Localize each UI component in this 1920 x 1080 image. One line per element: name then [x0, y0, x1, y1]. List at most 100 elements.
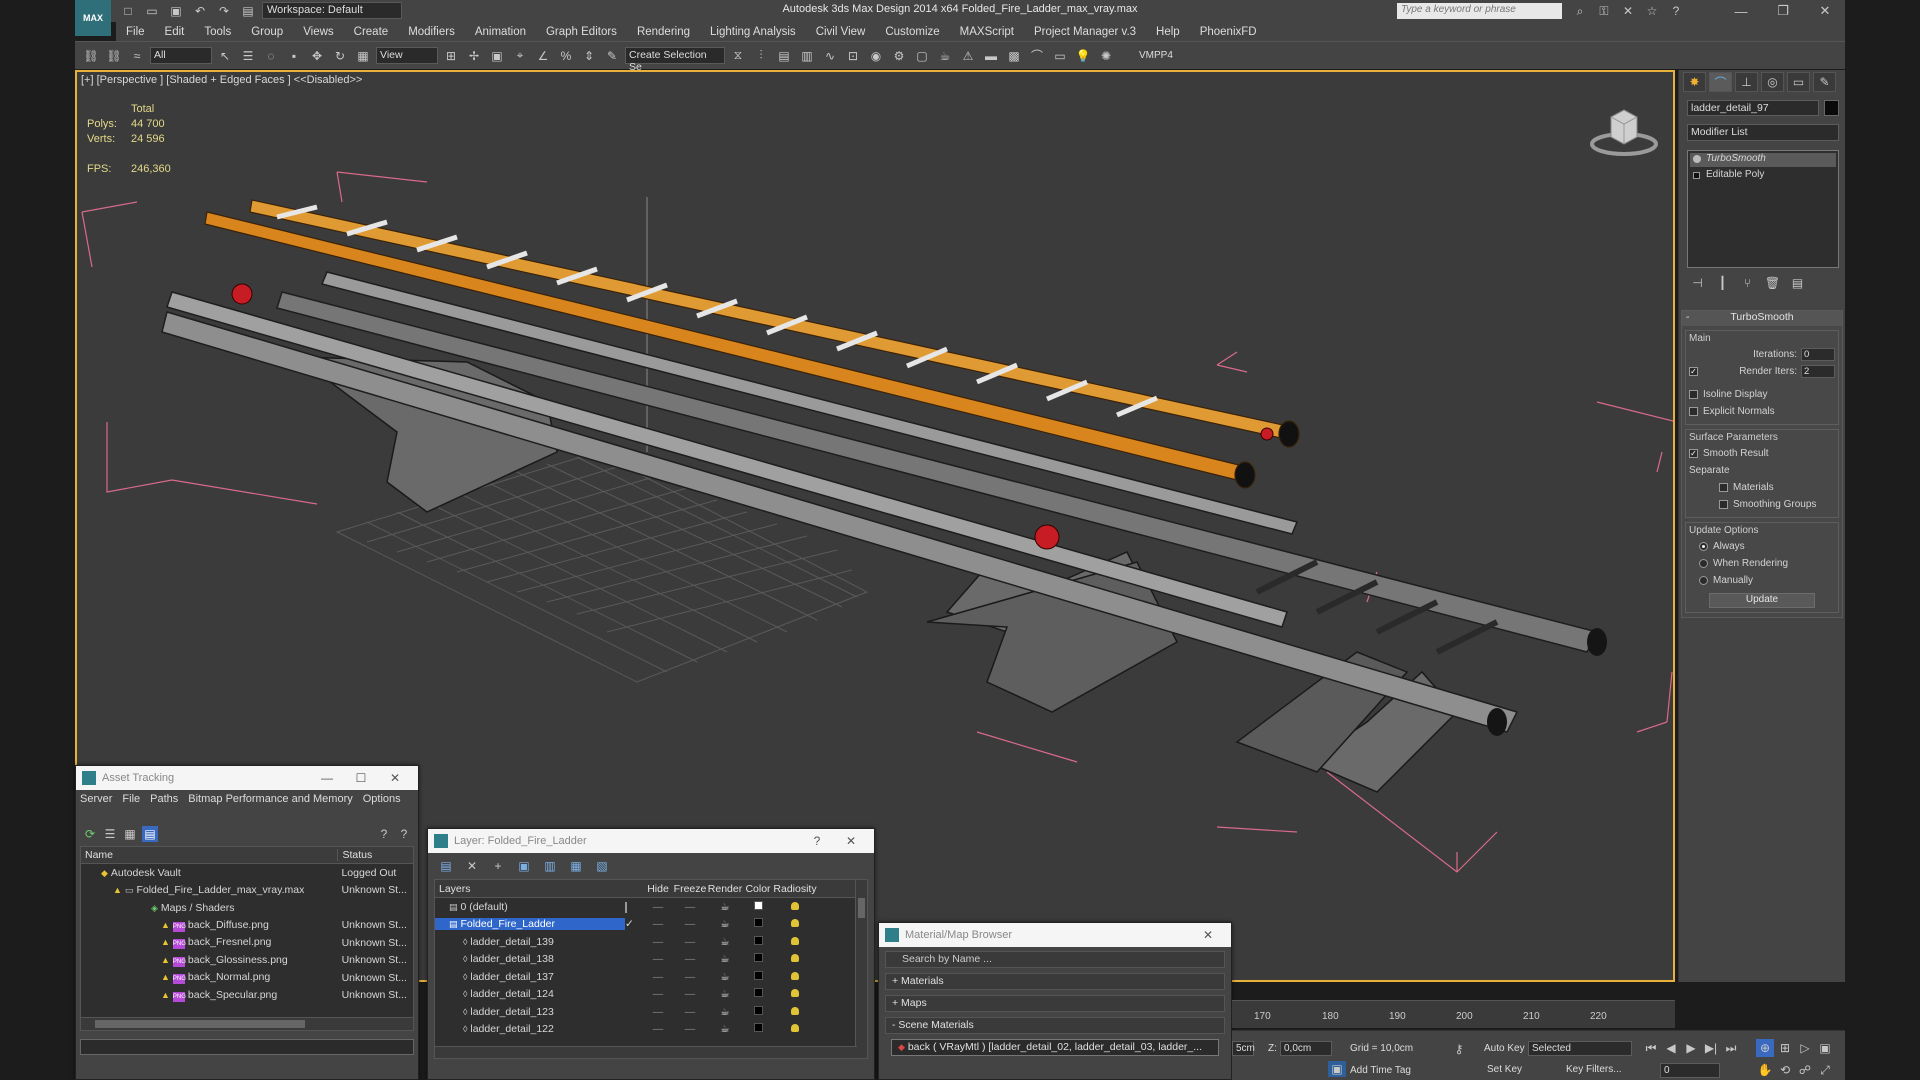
scene-materials-section[interactable]: - Scene Materials [885, 1017, 1225, 1034]
asset-tracking-titlebar[interactable]: Asset Tracking — ☐ ✕ [76, 766, 418, 790]
col-layers[interactable]: Layers [435, 883, 643, 895]
percent-snap-icon[interactable]: % [556, 46, 576, 66]
minimize-icon[interactable]: — [310, 766, 344, 790]
isoline-checkbox[interactable] [1689, 390, 1698, 399]
hide-toggle[interactable]: — [643, 936, 673, 948]
update-button[interactable]: Update [1709, 593, 1815, 608]
window-crossing-icon[interactable]: ▪ [284, 46, 304, 66]
asset-menu-bitmap[interactable]: Bitmap Performance and Memory [188, 793, 352, 819]
layer-color-swatch[interactable] [753, 1023, 763, 1033]
close-icon[interactable]: ✕ [1804, 0, 1846, 22]
make-unique-icon[interactable]: ⑂ [1737, 274, 1758, 292]
table-row[interactable]: ▲ PNG back_Normal.png Unknown St... [81, 969, 413, 987]
project-folder-icon[interactable]: ▤ [238, 2, 258, 20]
freeze-toggle[interactable]: — [673, 1006, 707, 1018]
show-end-result-icon[interactable]: ┃ [1712, 274, 1733, 292]
render-teapot-icon[interactable]: ☕ [707, 1023, 743, 1035]
grid-view-icon[interactable]: ▤ [142, 826, 158, 842]
hide-toggle[interactable]: — [643, 971, 673, 983]
asset-menu-server[interactable]: Server [80, 793, 112, 819]
hide-toggle[interactable]: — [643, 953, 673, 965]
menu-civil-view[interactable]: Civil View [806, 26, 876, 38]
smooth-result-checkbox[interactable]: ✓ [1689, 449, 1698, 458]
viewcube[interactable] [1589, 102, 1659, 162]
freeze-toggle[interactable]: — [673, 918, 707, 930]
workspace-dropdown[interactable]: Workspace: Default [262, 2, 402, 19]
graphite-toggle-icon[interactable]: ▥ [797, 46, 817, 66]
key-mode-dropdown[interactable]: Selected [1528, 1041, 1632, 1056]
create-layer-icon[interactable]: ▤ [436, 857, 456, 875]
redo-icon[interactable]: ↷ [214, 2, 234, 20]
layer-color-swatch[interactable] [753, 918, 763, 928]
layer-row[interactable]: ◊ ladder_detail_122 — — ☕ [435, 1021, 867, 1039]
link-icon[interactable]: ⛓ [81, 46, 101, 66]
z-coordinate-field[interactable]: 0,0cm [1280, 1041, 1332, 1056]
table-row[interactable]: ▲ PNG back_Specular.png Unknown St... [81, 987, 413, 1005]
active-layer-check-icon[interactable]: ✓ [625, 918, 643, 930]
key-filters-button[interactable]: Key Filters... [1566, 1064, 1622, 1075]
context-help-icon[interactable]: ? [396, 826, 412, 842]
menu-group[interactable]: Group [241, 26, 293, 38]
menu-help[interactable]: Help [1146, 26, 1190, 38]
asset-path-field[interactable] [80, 1039, 414, 1055]
freeze-toggle[interactable]: — [673, 988, 707, 1000]
display-tab-icon[interactable]: ▭ [1787, 72, 1810, 92]
menu-rendering[interactable]: Rendering [627, 26, 700, 38]
horizontal-scrollbar[interactable] [81, 1017, 413, 1030]
table-row[interactable]: ▲ ▭ Folded_Fire_Ladder_max_vray.max Unknow… [81, 882, 413, 900]
lightbulb-icon[interactable] [1693, 155, 1701, 163]
hide-toggle[interactable]: — [643, 918, 673, 930]
light-bulb-icon[interactable]: 💡 [1073, 46, 1093, 66]
motion-tab-icon[interactable]: ◎ [1761, 72, 1784, 92]
zoom-icon[interactable]: ⊕ [1756, 1039, 1774, 1057]
freeze-toggle[interactable]: — [673, 971, 707, 983]
play-icon[interactable]: ▶ [1682, 1039, 1700, 1057]
next-frame-icon[interactable]: ▶| [1702, 1039, 1720, 1057]
pivot-center-icon[interactable]: ⊞ [441, 46, 461, 66]
current-frame-field[interactable]: 0 [1660, 1063, 1720, 1078]
maximize-icon[interactable]: ☐ [344, 766, 378, 790]
unlink-icon[interactable]: ⛓ [104, 46, 124, 66]
layer-color-swatch[interactable] [753, 900, 763, 910]
col-hide[interactable]: Hide [643, 883, 673, 895]
render-icon[interactable]: ▩ [1004, 46, 1024, 66]
layer-color-swatch[interactable] [753, 935, 763, 945]
select-in-layer-icon[interactable]: ▣ [514, 857, 534, 875]
region-render-icon[interactable]: ▭ [1050, 46, 1070, 66]
layer-row[interactable]: ◊ ladder_detail_124 — — ☕ [435, 986, 867, 1004]
material-search-input[interactable]: Search by Name ... [885, 951, 1225, 968]
radiosity-icon[interactable] [791, 919, 799, 928]
expand-icon[interactable] [1693, 172, 1700, 179]
when-rendering-radio[interactable] [1699, 559, 1708, 568]
hide-toggle[interactable]: — [643, 901, 673, 913]
manually-radio[interactable] [1699, 576, 1708, 585]
smoothing-groups-checkbox[interactable] [1719, 500, 1728, 509]
time-tag-icon[interactable]: ▣ [1328, 1061, 1346, 1077]
stack-item-turbosmooth[interactable]: TurboSmooth [1690, 153, 1836, 167]
col-status[interactable]: Status [337, 849, 413, 861]
configure-sets-icon[interactable]: ▤ [1787, 274, 1808, 292]
menu-views[interactable]: Views [293, 26, 343, 38]
align-icon[interactable]: ⫶ [751, 46, 771, 66]
menu-create[interactable]: Create [344, 26, 399, 38]
select-region-icon[interactable]: ◌ [261, 46, 281, 66]
render-teapot-icon[interactable]: ☕ [707, 1006, 743, 1018]
min-max-toggle-icon[interactable]: ⤢ [1816, 1061, 1834, 1079]
orbit-icon[interactable]: ⟲ [1776, 1061, 1794, 1079]
help-icon[interactable]: ? [1666, 2, 1686, 20]
keyboard-shortcut-override-icon[interactable]: ▣ [487, 46, 507, 66]
iterations-spinner[interactable]: 0 [1801, 348, 1835, 361]
maximize-viewport-icon[interactable]: ▣ [1816, 1039, 1834, 1057]
layer-color-swatch[interactable] [753, 953, 763, 963]
render-iters-spinner[interactable]: 2 [1801, 365, 1835, 378]
vertical-scrollbar[interactable] [855, 880, 867, 1058]
layer-row[interactable]: ◊ ladder_detail_137 — — ☕ [435, 968, 867, 986]
timeline-ruler[interactable]: 170 180 190 200 210 220 [1232, 1000, 1675, 1028]
select-by-name-icon[interactable]: ☰ [238, 46, 258, 66]
layer-row[interactable]: ◊ ladder_detail_138 — — ☕ [435, 951, 867, 969]
modify-tab-icon[interactable]: ⌒ [1709, 72, 1732, 92]
asset-menu-paths[interactable]: Paths [150, 793, 178, 819]
hide-toggle[interactable]: — [643, 1006, 673, 1018]
rendered-frame-window-icon[interactable]: ▢ [912, 46, 932, 66]
menu-project-manager[interactable]: Project Manager v.3 [1024, 26, 1146, 38]
